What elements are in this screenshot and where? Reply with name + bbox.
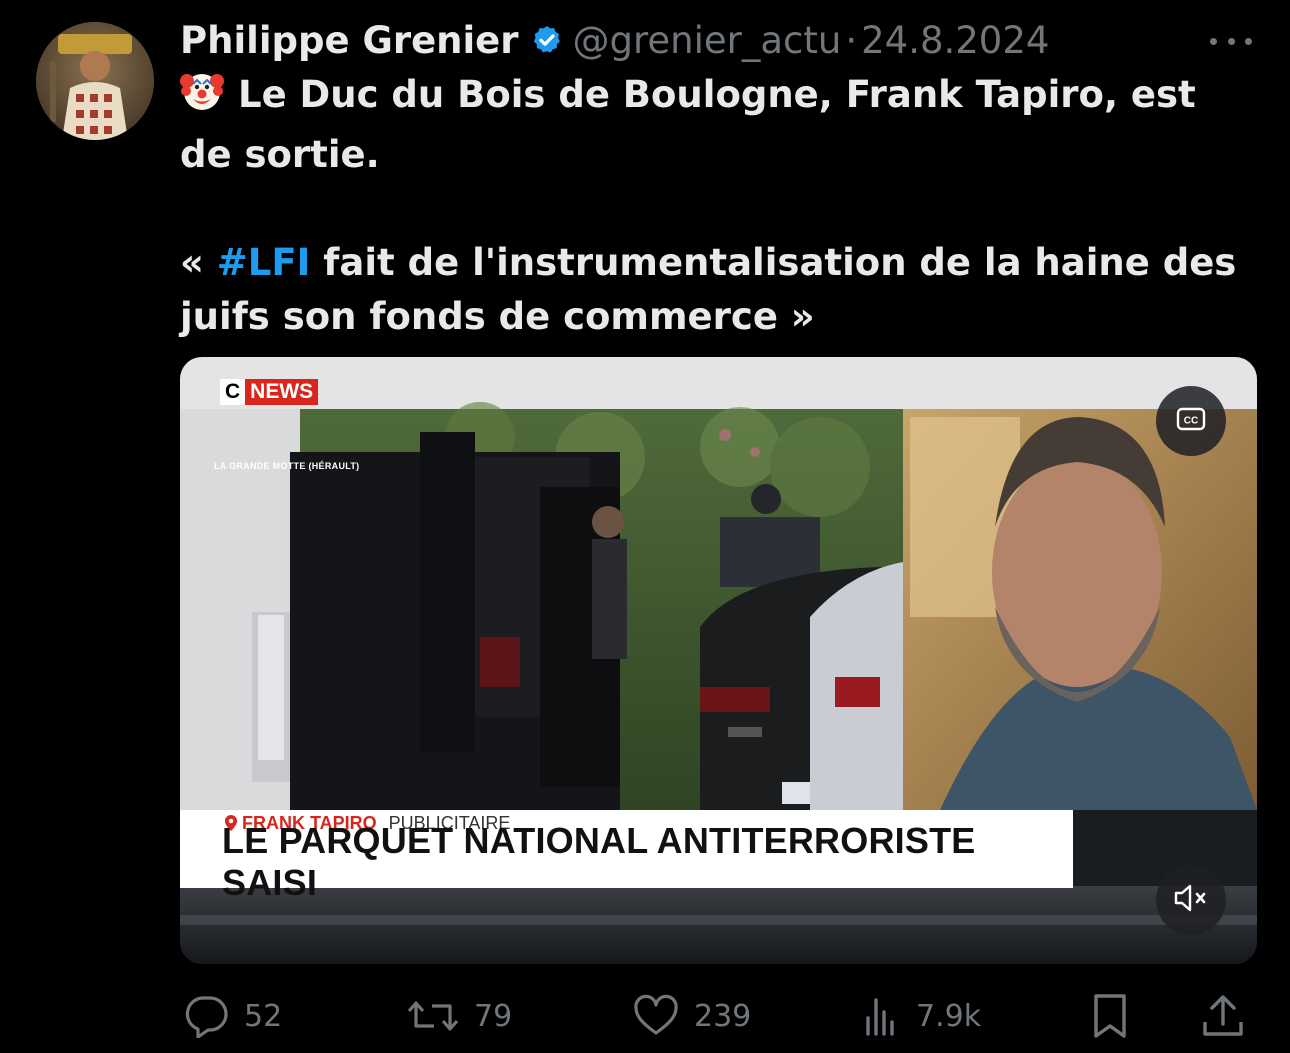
- heart-icon: [632, 994, 680, 1038]
- tweet-date[interactable]: 24.8.2024: [861, 19, 1049, 62]
- views-chart-icon: [862, 994, 902, 1038]
- hashtag-link[interactable]: #LFI: [217, 241, 311, 284]
- meta-separator: ·: [845, 18, 858, 62]
- repost-button[interactable]: 79: [406, 988, 512, 1044]
- tweet-action-bar: 52 79 239 7.9k: [180, 988, 1260, 1044]
- clown-face-emoji-icon: [180, 69, 224, 128]
- location-caption: LA GRANDE MOTTE (HÉRAULT): [214, 461, 360, 471]
- author-avatar[interactable]: [36, 22, 154, 140]
- repost-icon: [406, 994, 460, 1038]
- more-options-icon[interactable]: [1210, 34, 1252, 48]
- cnews-logo-news: NEWS: [245, 379, 319, 405]
- author-name[interactable]: Philippe Grenier: [180, 19, 519, 62]
- cnews-logo: C NEWS: [220, 379, 319, 405]
- bookmark-icon: [1090, 992, 1130, 1040]
- speaker-muted-icon: [1172, 882, 1210, 918]
- views-count: 7.9k: [916, 998, 982, 1034]
- like-button[interactable]: 239: [632, 988, 751, 1044]
- repost-count: 79: [474, 998, 513, 1034]
- news-headline: LE PARQUET NATIONAL ANTITERRORISTE SAISI: [180, 820, 1073, 903]
- share-upload-icon: [1200, 992, 1246, 1040]
- bookmark-button[interactable]: [1090, 988, 1144, 1044]
- closed-captions-button[interactable]: CC: [1156, 386, 1226, 456]
- tweet-header: Philippe Grenier @grenier_actu · 24.8.20…: [180, 14, 1049, 66]
- reply-bubble-icon: [182, 994, 230, 1038]
- mute-toggle-button[interactable]: [1156, 865, 1226, 935]
- tweet-paragraph-2: « #LFI fait de l'instrumentalisation de …: [180, 236, 1260, 344]
- author-handle[interactable]: @grenier_actu: [573, 19, 842, 62]
- reply-button[interactable]: 52: [182, 988, 282, 1044]
- lower-third-banner: FRANK TAPIRO PUBLICITAIRE LE PARQUET NAT…: [180, 810, 1073, 903]
- views-button[interactable]: 7.9k: [862, 988, 981, 1044]
- quote-open: «: [180, 241, 217, 284]
- closed-captions-icon: CC: [1176, 407, 1206, 435]
- cnews-logo-c: C: [220, 379, 246, 405]
- tweet-line-1: Le Duc du Bois de Boulogne, Frank Tapiro…: [180, 73, 1196, 176]
- verified-badge-icon: [531, 24, 563, 56]
- like-count: 239: [694, 998, 752, 1034]
- video-player[interactable]: C NEWS LA GRANDE MOTTE (HÉRAULT) FRANK TA…: [180, 357, 1257, 964]
- tweet-paragraph-1: Le Duc du Bois de Boulogne, Frank Tapiro…: [180, 68, 1260, 182]
- share-button[interactable]: [1200, 988, 1260, 1044]
- quote-text: fait de l'instrumentalisation de la hain…: [180, 241, 1237, 338]
- tweet-text: Le Duc du Bois de Boulogne, Frank Tapiro…: [180, 68, 1260, 344]
- reply-count: 52: [244, 998, 283, 1034]
- svg-text:CC: CC: [1184, 416, 1198, 427]
